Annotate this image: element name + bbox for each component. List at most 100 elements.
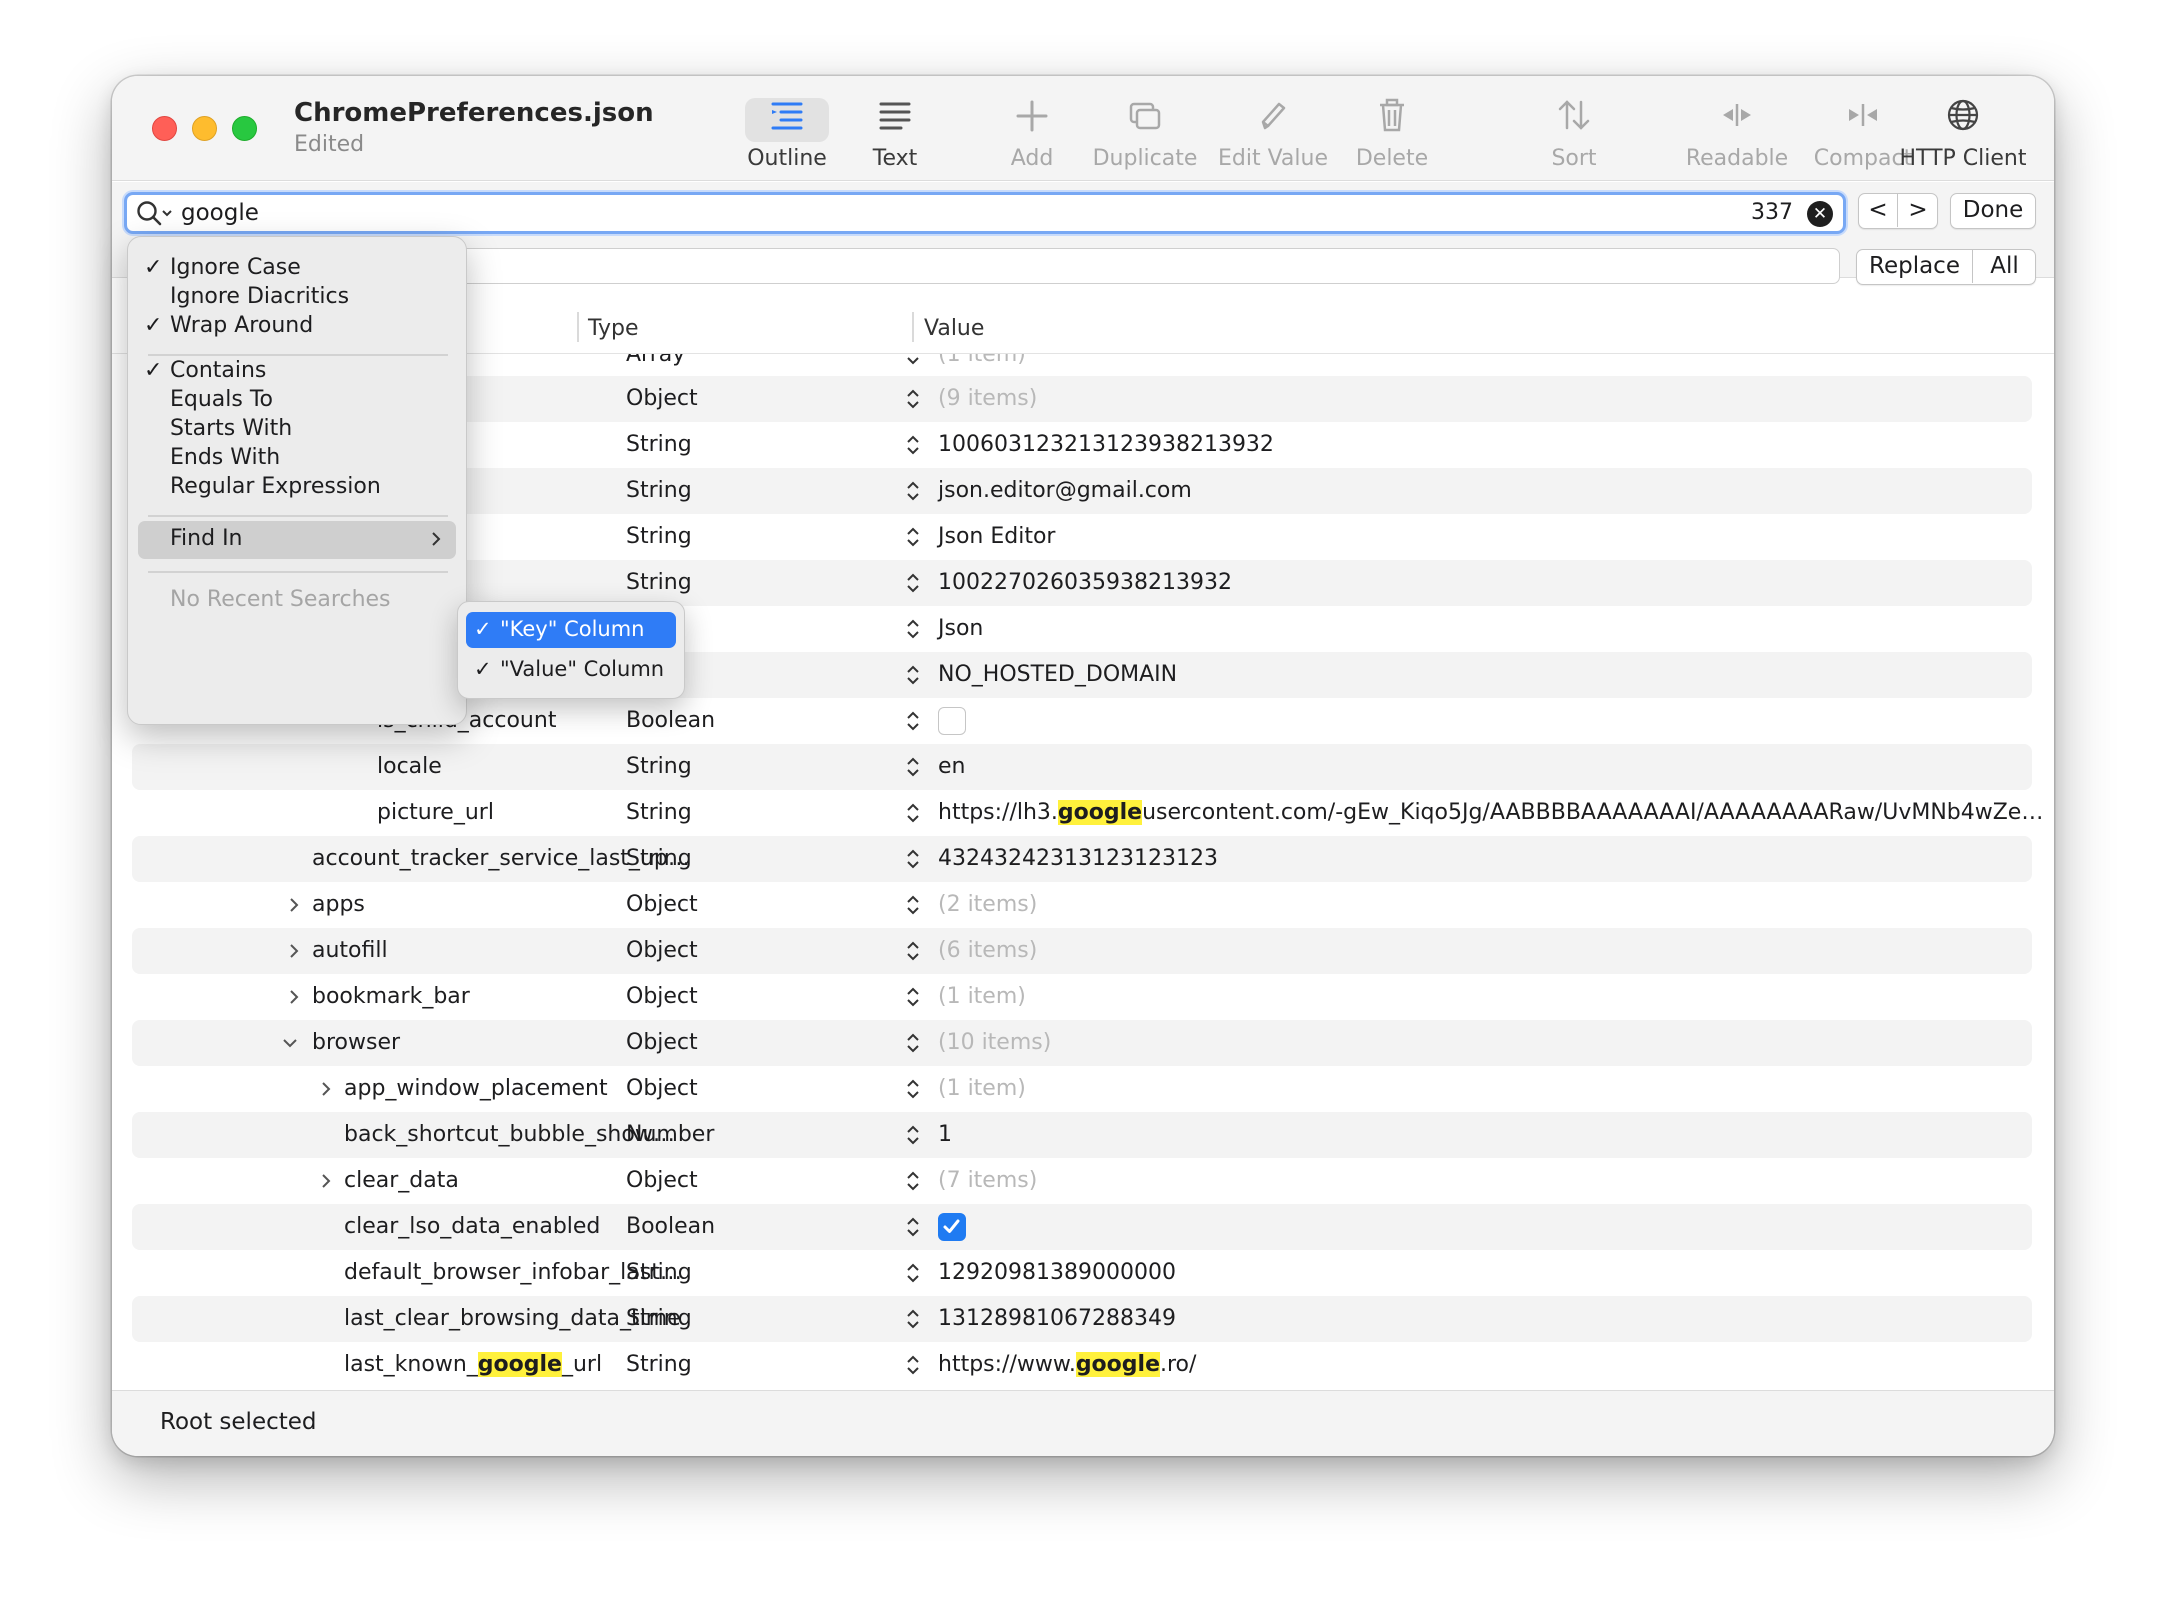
- key-cell: picture_url: [377, 800, 494, 825]
- type-stepper-icon[interactable]: [904, 890, 922, 920]
- type-stepper-icon[interactable]: [904, 522, 922, 552]
- menu-item-label: Ignore Diacritics: [170, 284, 350, 309]
- delete-label: Delete: [1355, 146, 1429, 171]
- value-cell: (1 item): [938, 984, 1026, 1009]
- type-stepper-icon[interactable]: [904, 614, 922, 644]
- search-match-highlight: google: [1075, 1352, 1160, 1377]
- value-cell: 12920981389000000: [938, 1260, 1176, 1285]
- disclosure-right-icon[interactable]: [316, 1166, 336, 1196]
- type-stepper-icon[interactable]: [904, 1350, 922, 1380]
- type-stepper-icon[interactable]: [904, 798, 922, 828]
- value-cell: en: [938, 754, 966, 779]
- find-in-submenu: ✓ "Key" Column ✓ "Value" Column: [457, 601, 685, 699]
- type-column-header[interactable]: Type: [588, 316, 639, 341]
- table-row[interactable]: clear_data Object (7 items): [132, 1158, 2032, 1204]
- type-cell: String: [626, 524, 692, 549]
- match-count: 337: [1751, 200, 1793, 225]
- http-client-button[interactable]: HTTP Client: [1888, 94, 2038, 174]
- table-row[interactable]: back_shortcut_bubble_show… Number 1: [132, 1112, 2032, 1158]
- search-match-highlight: google: [477, 1352, 562, 1377]
- boolean-checkbox[interactable]: [938, 707, 966, 735]
- duplicate-button[interactable]: Duplicate: [1080, 94, 1210, 174]
- disclosure-right-icon[interactable]: [284, 982, 304, 1012]
- menu-item-regular-expression[interactable]: Regular Expression: [138, 470, 456, 506]
- type-stepper-icon[interactable]: [904, 430, 922, 460]
- value-column-header[interactable]: Value: [924, 316, 984, 341]
- type-stepper-icon[interactable]: [904, 660, 922, 690]
- outline-view-button[interactable]: Outline: [742, 94, 832, 174]
- minimize-window-button[interactable]: [192, 116, 217, 141]
- disclosure-right-icon[interactable]: [316, 1074, 336, 1104]
- boolean-checkbox[interactable]: [938, 1213, 966, 1241]
- disclosure-right-icon[interactable]: [284, 890, 304, 920]
- table-row[interactable]: account_tracker_service_last_up… String …: [132, 836, 2032, 882]
- menu-item-find-in[interactable]: Find In: [138, 521, 456, 559]
- table-row[interactable]: autofill Object (6 items): [132, 928, 2032, 974]
- trash-icon: [1347, 98, 1437, 142]
- table-row[interactable]: apps Object (2 items): [132, 882, 2032, 928]
- type-stepper-icon[interactable]: [904, 752, 922, 782]
- table-row[interactable]: app_window_placement Object (1 item): [132, 1066, 2032, 1112]
- type-stepper-icon[interactable]: [904, 1074, 922, 1104]
- checkmark-icon: ✓: [144, 358, 163, 383]
- menu-item-label: Regular Expression: [170, 474, 381, 499]
- table-row[interactable]: bookmark_bar Object (1 item): [132, 974, 2032, 1020]
- table-row[interactable]: browser Object (10 items): [132, 1020, 2032, 1066]
- disclosure-down-icon[interactable]: [280, 1028, 300, 1058]
- type-stepper-icon[interactable]: [904, 1304, 922, 1334]
- text-view-button[interactable]: Text: [860, 94, 930, 174]
- table-row[interactable]: picture_url String https://lh3.googleuse…: [132, 790, 2043, 836]
- disclosure-right-icon[interactable]: [284, 936, 304, 966]
- edit-value-button[interactable]: Edit Value: [1208, 94, 1338, 174]
- replace-button[interactable]: Replace: [1857, 250, 1973, 283]
- menu-item-wrap-around[interactable]: ✓ Wrap Around: [138, 309, 456, 345]
- type-stepper-icon[interactable]: [904, 982, 922, 1012]
- search-options-icon[interactable]: [135, 199, 177, 233]
- column-divider[interactable]: [577, 312, 579, 342]
- type-stepper-icon[interactable]: [904, 936, 922, 966]
- table-row[interactable]: default_browser_infobar_last… String 129…: [132, 1250, 2032, 1296]
- done-button[interactable]: Done: [1950, 193, 2036, 229]
- search-input[interactable]: google 337 ✕: [124, 192, 1846, 234]
- value-cell: (2 items): [938, 892, 1038, 917]
- readable-button[interactable]: Readable: [1682, 94, 1792, 174]
- type-stepper-icon[interactable]: [904, 1166, 922, 1196]
- key-cell: autofill: [312, 938, 388, 963]
- type-stepper-icon[interactable]: [904, 476, 922, 506]
- table-row[interactable]: clear_lso_data_enabled Boolean: [132, 1204, 2032, 1250]
- menu-item-label: Contains: [170, 358, 267, 383]
- table-row[interactable]: last_known_google_url String https://www…: [132, 1342, 2032, 1384]
- value-cell: 100227026035938213932: [938, 570, 1232, 595]
- maximize-window-button[interactable]: [232, 116, 257, 141]
- type-stepper-icon[interactable]: [904, 706, 922, 736]
- add-button[interactable]: Add: [997, 94, 1067, 174]
- column-divider[interactable]: [912, 312, 914, 342]
- close-window-button[interactable]: [152, 116, 177, 141]
- type-cell: String: [626, 432, 692, 457]
- type-stepper-icon[interactable]: [904, 384, 922, 414]
- delete-button[interactable]: Delete: [1347, 94, 1437, 174]
- table-row[interactable]: last_clear_browsing_data_time String 131…: [132, 1296, 2032, 1342]
- sort-button[interactable]: Sort: [1539, 94, 1609, 174]
- key-cell: bookmark_bar: [312, 984, 470, 1009]
- type-stepper-icon[interactable]: [904, 568, 922, 598]
- replace-input[interactable]: [452, 248, 1840, 284]
- submenu-item-key-column[interactable]: ✓ "Key" Column: [466, 612, 676, 648]
- type-stepper-icon[interactable]: [904, 1028, 922, 1058]
- previous-match-button[interactable]: <: [1859, 194, 1898, 227]
- clear-search-icon[interactable]: ✕: [1807, 201, 1833, 227]
- type-stepper-icon[interactable]: [904, 1258, 922, 1288]
- chevron-right-icon: [432, 532, 441, 546]
- next-match-button[interactable]: >: [1899, 194, 1937, 227]
- submenu-item-value-column[interactable]: ✓ "Value" Column: [466, 652, 676, 688]
- submenu-item-label: "Key" Column: [500, 617, 645, 641]
- table-row[interactable]: locale String en: [132, 744, 2032, 790]
- type-stepper-icon[interactable]: [904, 354, 922, 370]
- replace-all-button[interactable]: All: [1974, 250, 2035, 283]
- type-stepper-icon[interactable]: [904, 1212, 922, 1242]
- type-stepper-icon[interactable]: [904, 1120, 922, 1150]
- value-cell: NO_HOSTED_DOMAIN: [938, 662, 1178, 687]
- type-stepper-icon[interactable]: [904, 844, 922, 874]
- key-cell: clear_lso_data_enabled: [344, 1214, 601, 1239]
- key-cell: clear_data: [344, 1168, 459, 1193]
